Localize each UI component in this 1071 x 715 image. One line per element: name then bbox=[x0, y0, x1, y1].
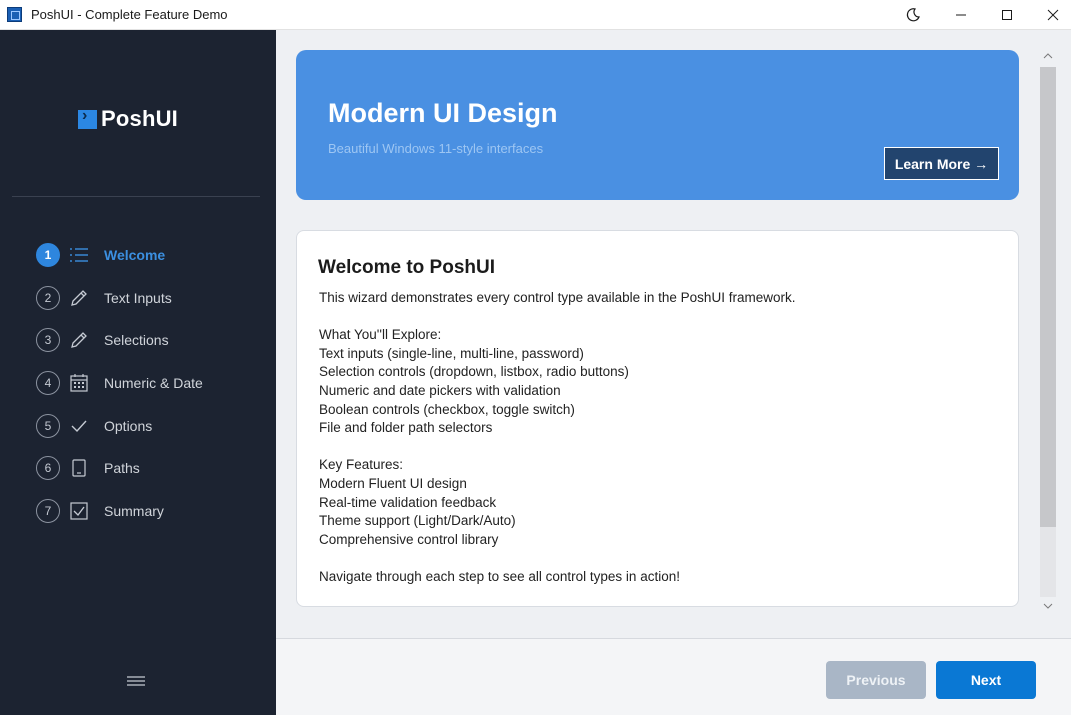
vertical-scrollbar[interactable] bbox=[1038, 50, 1058, 618]
calendar-icon bbox=[68, 372, 90, 394]
scroll-up-arrow-icon[interactable] bbox=[1043, 52, 1053, 63]
card-line: Real-time validation feedback bbox=[319, 494, 497, 510]
welcome-card: Welcome to PoshUI This wizard demonstrat… bbox=[296, 230, 1019, 607]
card-line: What You''ll Explore: bbox=[319, 327, 442, 343]
checkbox-icon bbox=[68, 500, 90, 522]
card-line: Comprehensive control library bbox=[319, 531, 499, 547]
logo-text: PoshUI bbox=[101, 106, 178, 131]
scrollbar-thumb[interactable] bbox=[1040, 67, 1056, 527]
sidebar-item-label: Selections bbox=[104, 332, 169, 348]
card-line: Text inputs (single-line, multi-line, pa… bbox=[319, 345, 584, 361]
hero-subtitle: Beautiful Windows 11-style interfaces bbox=[328, 141, 544, 156]
sidebar-item-label: Summary bbox=[104, 503, 164, 519]
card-line: Boolean controls (checkbox, toggle switc… bbox=[319, 401, 575, 417]
step-number: 7 bbox=[36, 499, 60, 523]
theme-toggle-moon-icon[interactable] bbox=[890, 0, 936, 30]
sidebar-item-summary[interactable]: 7 Summary bbox=[36, 498, 256, 524]
step-number: 5 bbox=[36, 414, 60, 438]
card-line: Selection controls (dropdown, listbox, r… bbox=[319, 364, 629, 380]
pencil-icon bbox=[68, 329, 90, 351]
card-line bbox=[319, 308, 999, 327]
window-title: PoshUI - Complete Feature Demo bbox=[31, 7, 228, 22]
main-content: Modern UI Design Beautiful Windows 11-st… bbox=[276, 30, 1071, 715]
card-line: File and folder path selectors bbox=[319, 420, 493, 436]
card-title: Welcome to PoshUI bbox=[318, 257, 496, 278]
minimize-button[interactable] bbox=[938, 0, 984, 30]
step-number: 3 bbox=[36, 328, 60, 352]
document-icon bbox=[68, 457, 90, 479]
card-body: This wizard demonstrates every control t… bbox=[319, 289, 999, 587]
sidebar-item-options[interactable]: 5 Options bbox=[36, 413, 256, 439]
sidebar-item-numeric-date[interactable]: 4 Numeric & Date bbox=[36, 370, 256, 396]
logo: PoshUI bbox=[78, 106, 178, 132]
card-line: Key Features: bbox=[319, 457, 404, 473]
checkmark-icon bbox=[68, 415, 90, 437]
sidebar: PoshUI 1 Welcome 2 Text Inputs 3 Selecti… bbox=[0, 30, 276, 715]
step-number: 4 bbox=[36, 371, 60, 395]
hero-banner: Modern UI Design Beautiful Windows 11-st… bbox=[296, 50, 1019, 200]
card-line: Theme support (Light/Dark/Auto) bbox=[319, 513, 516, 529]
sidebar-item-label: Options bbox=[104, 418, 153, 434]
footer: Previous Next bbox=[276, 638, 1071, 715]
sidebar-item-paths[interactable]: 6 Paths bbox=[36, 455, 256, 481]
sidebar-divider bbox=[12, 196, 260, 197]
card-line: Modern Fluent UI design bbox=[319, 475, 467, 491]
sidebar-item-label: Text Inputs bbox=[104, 290, 172, 306]
next-button[interactable]: Next bbox=[936, 661, 1036, 699]
menu-icon[interactable] bbox=[126, 674, 146, 688]
card-line bbox=[319, 549, 999, 568]
step-number: 6 bbox=[36, 456, 60, 480]
card-line: This wizard demonstrates every control t… bbox=[319, 290, 796, 305]
step-number: 2 bbox=[36, 286, 60, 310]
list-icon bbox=[68, 244, 90, 266]
scroll-down-arrow-icon[interactable] bbox=[1043, 602, 1053, 613]
title-bar: PoshUI - Complete Feature Demo bbox=[0, 0, 1071, 30]
pencil-icon bbox=[68, 287, 90, 309]
app-icon bbox=[7, 7, 22, 22]
previous-button[interactable]: Previous bbox=[826, 661, 926, 699]
sidebar-item-welcome[interactable]: 1 Welcome bbox=[36, 242, 256, 268]
sidebar-item-selections[interactable]: 3 Selections bbox=[36, 327, 256, 353]
step-number: 1 bbox=[36, 243, 60, 267]
scroll-area: Modern UI Design Beautiful Windows 11-st… bbox=[276, 30, 1071, 638]
sidebar-item-label: Paths bbox=[104, 460, 140, 476]
sidebar-item-label: Welcome bbox=[104, 247, 166, 263]
sidebar-item-label: Numeric & Date bbox=[104, 375, 203, 391]
card-line: Navigate through each step to see all co… bbox=[319, 568, 680, 584]
close-button[interactable] bbox=[1030, 0, 1071, 30]
card-line bbox=[319, 438, 999, 457]
card-line: Numeric and date pickers with validation bbox=[319, 382, 561, 398]
hero-title: Modern UI Design bbox=[328, 98, 558, 128]
sidebar-item-text-inputs[interactable]: 2 Text Inputs bbox=[36, 285, 256, 311]
maximize-button[interactable] bbox=[984, 0, 1030, 30]
learn-more-button[interactable]: Learn More → bbox=[884, 147, 999, 180]
logo-icon bbox=[78, 107, 97, 129]
